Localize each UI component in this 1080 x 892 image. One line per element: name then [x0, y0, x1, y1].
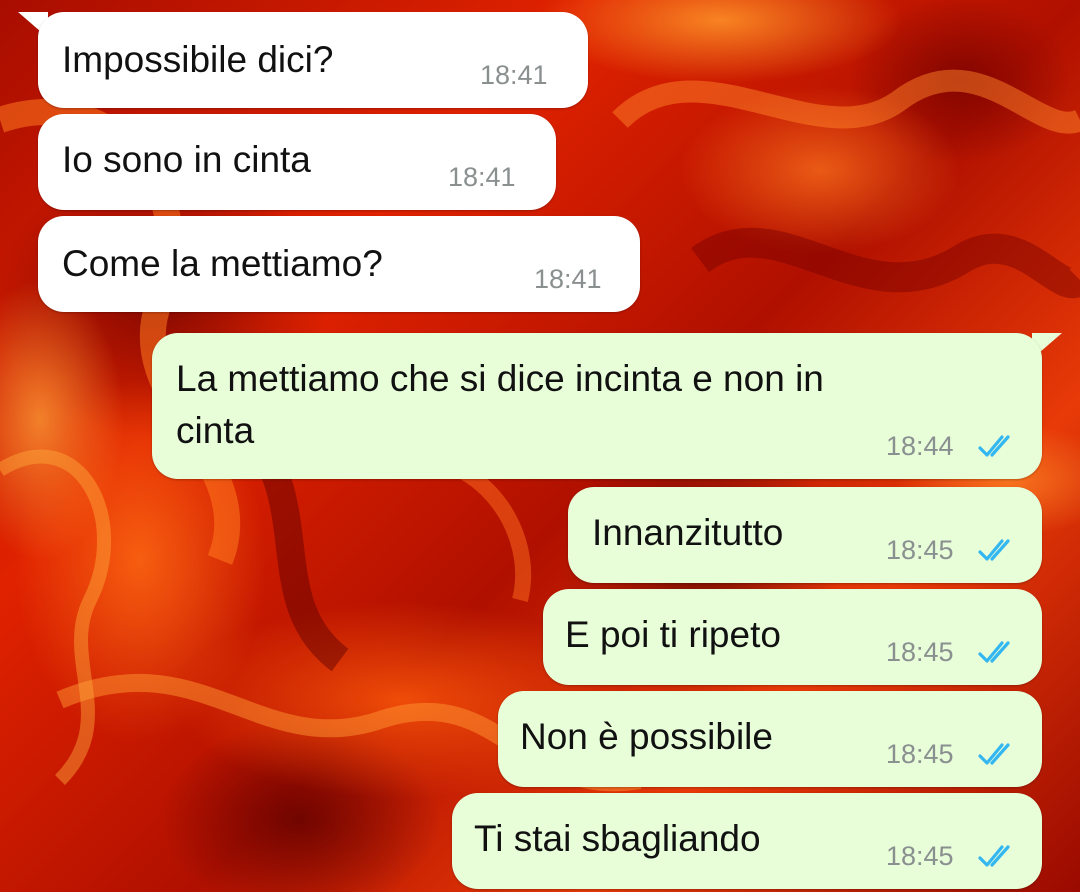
message-time: 18:45	[886, 841, 954, 871]
message-bubble-incoming[interactable]: Impossibile dici? 18:41	[38, 12, 588, 108]
message-time: 18:45	[886, 535, 954, 565]
double-check-icon	[978, 845, 1010, 867]
double-check-icon	[978, 539, 1010, 561]
message-text-line: La mettiamo che si dice incinta e non in	[176, 358, 824, 399]
message-text: Come la mettiamo?	[62, 243, 383, 284]
message-time: 18:41	[480, 60, 548, 90]
message-time: 18:45	[886, 739, 954, 769]
message-text: Impossibile dici?	[62, 39, 334, 80]
message-bubble-outgoing[interactable]: Ti stai sbagliando 18:45	[452, 793, 1042, 889]
message-bubble-outgoing[interactable]: Non è possibile 18:45	[498, 691, 1042, 787]
message-text: Innanzitutto	[592, 512, 784, 553]
message-text-line: cinta	[176, 410, 255, 451]
message-bubble-incoming[interactable]: Io sono in cinta 18:41	[38, 114, 556, 210]
message-time: 18:41	[534, 264, 602, 294]
message-text: Ti stai sbagliando	[474, 818, 761, 859]
message-time: 18:41	[448, 162, 516, 192]
message-text: Io sono in cinta	[62, 139, 311, 180]
message-list[interactable]: Impossibile dici? 18:41 Io sono in cinta…	[0, 0, 1080, 892]
message-bubble-outgoing[interactable]: E poi ti ripeto 18:45	[543, 589, 1042, 685]
message-text: Non è possibile	[520, 716, 773, 757]
double-check-icon	[978, 743, 1010, 765]
message-time: 18:45	[886, 637, 954, 667]
message-text: E poi ti ripeto	[565, 614, 781, 655]
message-time: 18:44	[886, 431, 954, 461]
double-check-icon	[978, 435, 1010, 457]
message-bubble-outgoing[interactable]: La mettiamo che si dice incinta e non in…	[152, 333, 1042, 479]
message-bubble-incoming[interactable]: Come la mettiamo? 18:41	[38, 216, 640, 312]
double-check-icon	[978, 641, 1010, 663]
message-bubble-outgoing[interactable]: Innanzitutto 18:45	[568, 487, 1042, 583]
